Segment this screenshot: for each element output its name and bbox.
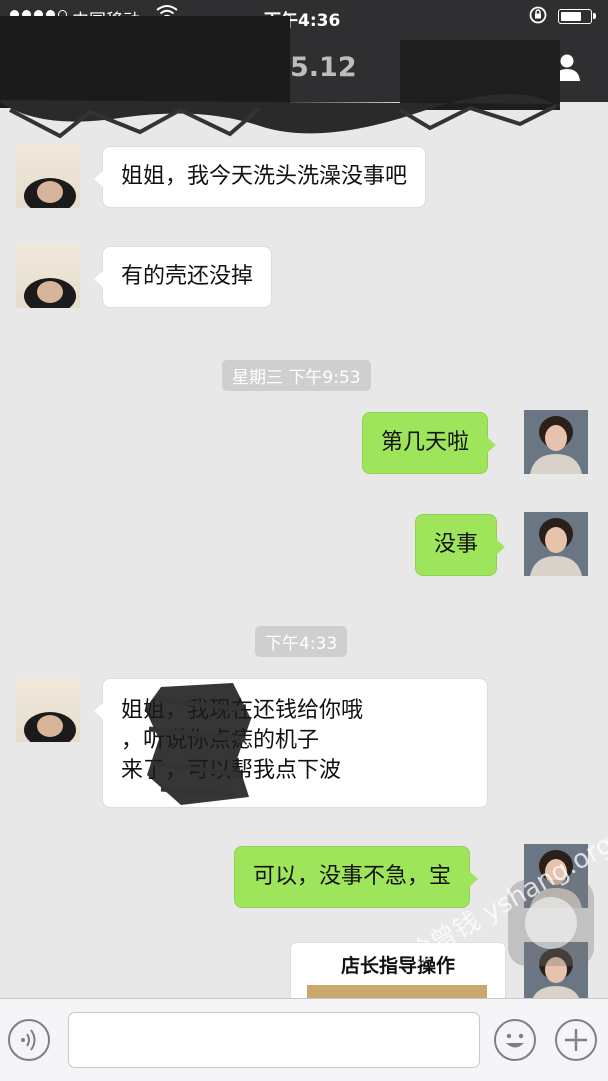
clock: 下午4:36 — [264, 11, 341, 31]
shared-card[interactable]: 店长指导操作 — [290, 942, 506, 1001]
message-text: 第几天啦 — [381, 430, 470, 455]
message-text: 没事 — [434, 532, 479, 557]
contact-avatar[interactable] — [16, 244, 80, 308]
redaction-scribble — [145, 683, 251, 805]
rotation-lock-icon — [528, 5, 548, 29]
person-icon[interactable] — [552, 52, 582, 82]
my-avatar[interactable] — [524, 512, 588, 576]
my-avatar[interactable] — [524, 410, 588, 474]
status-bar: 中国移动 下午4:36 — [0, 0, 608, 34]
message-text: 姐姐，我今天洗头洗澡没事吧 — [121, 164, 408, 189]
chat-title: 5.12 — [290, 52, 357, 83]
contact-avatar[interactable] — [16, 678, 80, 742]
signal-strength-icon — [10, 10, 67, 19]
timestamp: 下午4:33 — [255, 626, 348, 657]
input-bar — [0, 998, 608, 1081]
message-input[interactable] — [68, 1012, 480, 1068]
timestamp: 星期三 下午9:53 — [222, 360, 371, 391]
contact-avatar[interactable] — [16, 144, 80, 208]
message-bubble[interactable]: 姐姐，我今天洗头洗澡没事吧 — [93, 146, 427, 208]
message-bubble[interactable]: 没事 — [415, 514, 506, 576]
message-bubble[interactable]: 姐姐，我现在还钱给你哦 ，听说你点痣的机子 来了，可以帮我点下波 — [94, 678, 488, 808]
message-bubble[interactable]: 有的壳还没掉 — [93, 246, 273, 308]
plus-icon[interactable] — [555, 1019, 597, 1061]
message-bubble[interactable]: 可以，没事不急，宝 — [234, 846, 479, 908]
message-text: 有的壳还没掉 — [121, 264, 254, 289]
carrier-name: 中国移动 — [72, 11, 140, 31]
wifi-icon — [156, 4, 178, 27]
message-bubble[interactable]: 第几天啦 — [362, 412, 497, 474]
smiley-icon[interactable] — [494, 1019, 536, 1061]
message-text: 可以，没事不急，宝 — [253, 864, 452, 889]
voice-icon[interactable] — [8, 1019, 50, 1061]
card-title: 店长指导操作 — [340, 955, 455, 977]
chat-header: 5.12 — [0, 34, 608, 102]
battery-icon — [558, 9, 596, 24]
